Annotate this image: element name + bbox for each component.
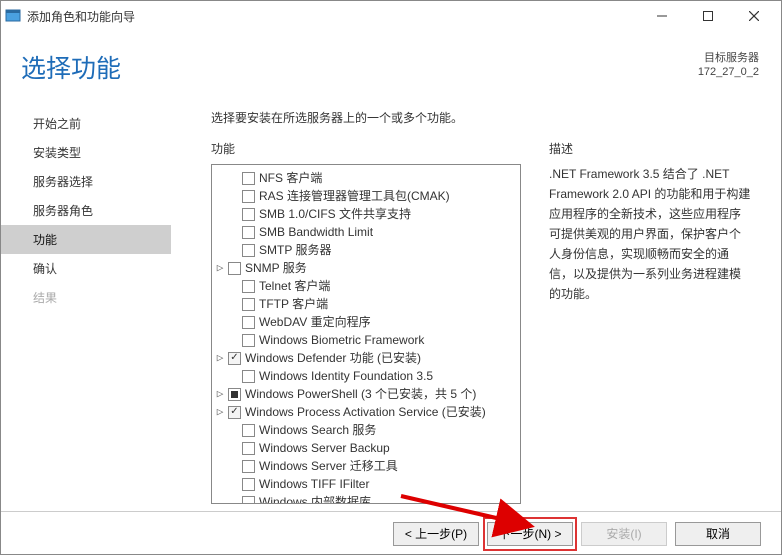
sidebar-step-6: 结果	[1, 283, 171, 312]
feature-label: Windows Search 服务	[259, 421, 376, 439]
feature-checkbox[interactable]	[242, 496, 255, 505]
expand-icon[interactable]: ▷	[214, 349, 226, 367]
feature-row[interactable]: Windows Server Backup	[212, 439, 520, 457]
sidebar-step-3[interactable]: 服务器角色	[1, 196, 171, 225]
feature-label: Windows PowerShell (3 个已安装，共 5 个)	[245, 385, 476, 403]
feature-row[interactable]: Telnet 客户端	[212, 277, 520, 295]
sidebar-step-1[interactable]: 安装类型	[1, 138, 171, 167]
feature-row[interactable]: Windows Identity Foundation 3.5	[212, 367, 520, 385]
feature-row[interactable]: SMB 1.0/CIFS 文件共享支持	[212, 205, 520, 223]
feature-checkbox[interactable]	[242, 208, 255, 221]
sidebar-step-0[interactable]: 开始之前	[1, 109, 171, 138]
target-server-info: 目标服务器 172_27_0_2	[698, 51, 759, 79]
feature-row[interactable]: ▷ SNMP 服务	[212, 259, 520, 277]
main-panel: 选择要安装在所选服务器上的一个或多个功能。 功能 NFS 客户端RAS 连接管理…	[211, 109, 751, 501]
feature-row[interactable]: Windows 内部数据库	[212, 493, 520, 504]
feature-row[interactable]: ▷ Windows PowerShell (3 个已安装，共 5 个)	[212, 385, 520, 403]
features-column-title: 功能	[211, 140, 521, 157]
feature-label: Windows 内部数据库	[259, 493, 371, 504]
feature-label: Windows Process Activation Service (已安装)	[245, 403, 486, 421]
feature-checkbox[interactable]	[228, 388, 241, 401]
titlebar: 添加角色和功能向导	[1, 1, 781, 31]
feature-label: WebDAV 重定向程序	[259, 313, 371, 331]
feature-checkbox[interactable]	[242, 334, 255, 347]
target-server-label: 目标服务器	[698, 51, 759, 65]
feature-row[interactable]: Windows Biometric Framework	[212, 331, 520, 349]
feature-row[interactable]: Windows Search 服务	[212, 421, 520, 439]
feature-checkbox[interactable]	[228, 262, 241, 275]
feature-checkbox[interactable]	[242, 298, 255, 311]
feature-row[interactable]: Windows TIFF IFilter	[212, 475, 520, 493]
feature-label: Windows Server Backup	[259, 439, 390, 457]
feature-row[interactable]: RAS 连接管理器管理工具包(CMAK)	[212, 187, 520, 205]
expand-icon[interactable]: ▷	[214, 403, 226, 421]
feature-row[interactable]: WebDAV 重定向程序	[212, 313, 520, 331]
app-icon	[5, 8, 21, 24]
feature-row[interactable]: ▷✓ Windows Defender 功能 (已安装)	[212, 349, 520, 367]
expand-icon[interactable]: ▷	[214, 259, 226, 277]
feature-row[interactable]: NFS 客户端	[212, 169, 520, 187]
feature-label: RAS 连接管理器管理工具包(CMAK)	[259, 187, 450, 205]
feature-label: SMB 1.0/CIFS 文件共享支持	[259, 205, 411, 223]
page-heading: 选择功能	[21, 49, 121, 85]
feature-label: Windows Biometric Framework	[259, 331, 424, 349]
sidebar-step-5[interactable]: 确认	[1, 254, 171, 283]
feature-label: Windows Server 迁移工具	[259, 457, 398, 475]
feature-row[interactable]: SMB Bandwidth Limit	[212, 223, 520, 241]
cancel-button[interactable]: 取消	[675, 522, 761, 546]
instruction-text: 选择要安装在所选服务器上的一个或多个功能。	[211, 109, 751, 126]
sidebar-step-2[interactable]: 服务器选择	[1, 167, 171, 196]
target-server-name: 172_27_0_2	[698, 65, 759, 79]
feature-row[interactable]: Windows Server 迁移工具	[212, 457, 520, 475]
feature-checkbox[interactable]: ✓	[228, 406, 241, 419]
expand-icon[interactable]: ▷	[214, 385, 226, 403]
window-title: 添加角色和功能向导	[27, 8, 639, 25]
feature-label: NFS 客户端	[259, 169, 322, 187]
minimize-button[interactable]	[639, 1, 685, 31]
maximize-button[interactable]	[685, 1, 731, 31]
feature-label: Telnet 客户端	[259, 277, 330, 295]
feature-checkbox[interactable]	[242, 226, 255, 239]
install-button: 安装(I)	[581, 522, 667, 546]
feature-checkbox[interactable]	[242, 316, 255, 329]
wizard-body: 选择功能 目标服务器 172_27_0_2 开始之前安装类型服务器选择服务器角色…	[1, 31, 781, 511]
feature-label: Windows TIFF IFilter	[259, 475, 369, 493]
feature-checkbox[interactable]	[242, 190, 255, 203]
feature-label: SNMP 服务	[245, 259, 307, 277]
features-listbox[interactable]: NFS 客户端RAS 连接管理器管理工具包(CMAK)SMB 1.0/CIFS …	[211, 164, 521, 504]
feature-checkbox[interactable]	[242, 280, 255, 293]
feature-label: TFTP 客户端	[259, 295, 328, 313]
previous-button[interactable]: < 上一步(P)	[393, 522, 479, 546]
feature-checkbox[interactable]	[242, 370, 255, 383]
description-column-title: 描述	[549, 140, 751, 157]
feature-checkbox[interactable]	[242, 460, 255, 473]
wizard-steps-sidebar: 开始之前安装类型服务器选择服务器角色功能确认结果	[1, 109, 171, 312]
feature-checkbox[interactable]	[242, 424, 255, 437]
description-text: .NET Framework 3.5 结合了 .NET Framework 2.…	[549, 164, 751, 304]
feature-label: SMTP 服务器	[259, 241, 331, 259]
feature-checkbox[interactable]	[242, 244, 255, 257]
feature-checkbox[interactable]	[242, 442, 255, 455]
feature-row[interactable]: SMTP 服务器	[212, 241, 520, 259]
feature-label: SMB Bandwidth Limit	[259, 223, 373, 241]
feature-row[interactable]: TFTP 客户端	[212, 295, 520, 313]
feature-checkbox[interactable]	[242, 172, 255, 185]
feature-checkbox[interactable]: ✓	[228, 352, 241, 365]
wizard-footer: < 上一步(P) 下一步(N) > 安装(I) 取消	[1, 511, 781, 555]
next-button[interactable]: 下一步(N) >	[487, 522, 573, 546]
close-button[interactable]	[731, 1, 777, 31]
feature-row[interactable]: ▷✓ Windows Process Activation Service (已安…	[212, 403, 520, 421]
feature-checkbox[interactable]	[242, 478, 255, 491]
sidebar-step-4[interactable]: 功能	[1, 225, 171, 254]
feature-label: Windows Defender 功能 (已安装)	[245, 349, 421, 367]
feature-label: Windows Identity Foundation 3.5	[259, 367, 433, 385]
